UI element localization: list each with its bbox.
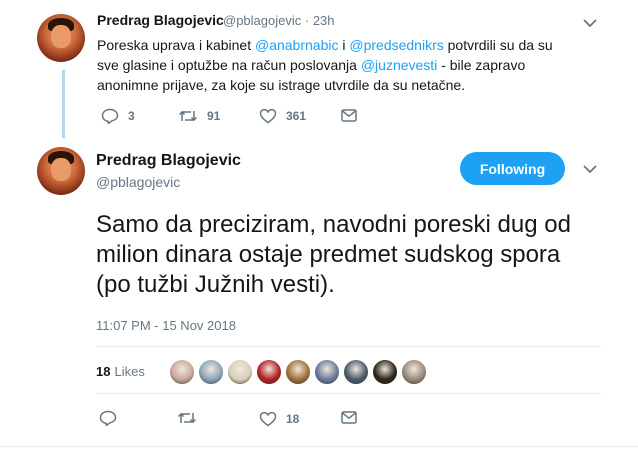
avatar-face bbox=[51, 24, 71, 48]
heart-icon bbox=[259, 108, 277, 124]
liker-avatar[interactable] bbox=[372, 359, 398, 385]
liker-avatar[interactable] bbox=[401, 359, 427, 385]
reply-icon bbox=[101, 108, 119, 124]
tweet-timestamp[interactable]: 11:07 PM - 15 Nov 2018 bbox=[96, 318, 236, 333]
mention-link[interactable]: @predsednikrs bbox=[349, 37, 443, 53]
like-count: 361 bbox=[286, 109, 307, 123]
heart-icon bbox=[259, 411, 277, 427]
chevron-down-icon[interactable] bbox=[583, 164, 597, 174]
liker-avatar[interactable] bbox=[343, 359, 369, 385]
reply-action[interactable] bbox=[99, 410, 126, 426]
tweet-text: Samo da preciziram, navodni poreski dug … bbox=[96, 211, 571, 298]
tweet-text-segment: Poreska uprava i kabinet bbox=[97, 37, 255, 53]
avatar-face bbox=[51, 157, 71, 181]
reply-action[interactable]: 3 bbox=[101, 108, 135, 124]
bottom-divider bbox=[0, 446, 638, 447]
message-action[interactable] bbox=[341, 411, 366, 424]
divider bbox=[96, 346, 601, 347]
envelope-icon bbox=[341, 109, 357, 122]
liker-avatar[interactable] bbox=[169, 359, 195, 385]
thread-line bbox=[62, 70, 65, 138]
liker-avatar[interactable] bbox=[227, 359, 253, 385]
avatar[interactable] bbox=[37, 14, 85, 62]
message-action[interactable] bbox=[341, 109, 366, 122]
liker-avatar[interactable] bbox=[256, 359, 282, 385]
retweet-count: 91 bbox=[207, 109, 221, 123]
reply-count: 3 bbox=[128, 109, 135, 123]
author-handle-time[interactable]: @pblagojevic · 23h bbox=[223, 13, 335, 28]
liker-avatar[interactable] bbox=[314, 359, 340, 385]
author-handle[interactable]: @pblagojevic bbox=[96, 174, 180, 190]
likes-stat[interactable]: 18 Likes bbox=[96, 364, 145, 379]
tweet-text: Poreska uprava i kabinet @anabrnabic i @… bbox=[97, 35, 567, 95]
envelope-icon bbox=[341, 411, 357, 424]
avatar[interactable] bbox=[37, 147, 85, 195]
divider bbox=[96, 393, 601, 394]
like-action[interactable]: 18 bbox=[259, 411, 299, 427]
retweet-icon bbox=[177, 412, 197, 424]
like-action[interactable]: 361 bbox=[259, 108, 306, 124]
likes-label: Likes bbox=[114, 364, 145, 379]
tweet-text-segment: i bbox=[338, 37, 350, 53]
retweet-action[interactable] bbox=[177, 410, 206, 426]
chevron-down-icon[interactable] bbox=[583, 18, 597, 28]
mention-link[interactable]: @juznevesti bbox=[361, 57, 437, 73]
likes-count: 18 bbox=[96, 364, 111, 379]
author-handle[interactable]: @pblagojevic bbox=[223, 13, 301, 28]
tweet-time[interactable]: · 23h bbox=[305, 13, 335, 28]
liker-avatar[interactable] bbox=[198, 359, 224, 385]
author-name[interactable]: Predrag Blagojevic bbox=[96, 152, 241, 170]
reply-icon bbox=[99, 410, 117, 426]
following-button[interactable]: Following bbox=[460, 152, 565, 185]
like-count: 18 bbox=[286, 412, 300, 426]
mention-link[interactable]: @anabrnabic bbox=[255, 37, 339, 53]
author-name[interactable]: Predrag Blagojevic bbox=[97, 12, 224, 28]
retweet-icon bbox=[178, 110, 198, 122]
liker-avatar[interactable] bbox=[285, 359, 311, 385]
retweet-action[interactable]: 91 bbox=[178, 108, 220, 124]
